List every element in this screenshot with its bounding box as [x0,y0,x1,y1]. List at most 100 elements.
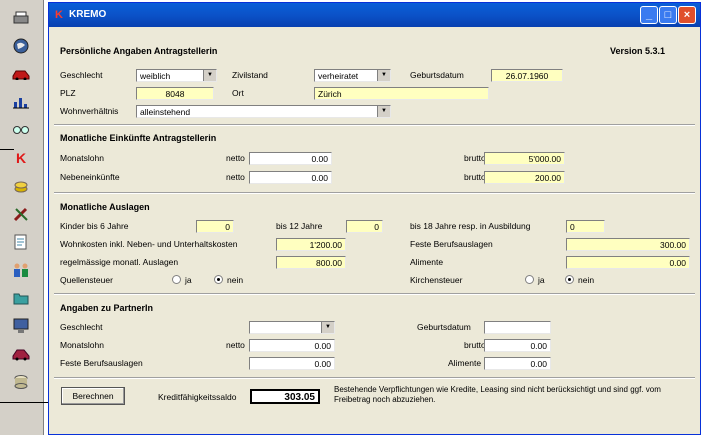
geburtsdatum-label: Geburtsdatum [410,70,464,80]
brutto-label: brutto [464,340,486,350]
chevron-down-icon[interactable]: ▼ [377,106,390,117]
partner-geburtsdatum-field[interactable] [484,321,551,334]
nebeneinkuenfte-netto-field[interactable]: 0.00 [249,171,332,184]
kreditfaehigkeitssaldo-field: 303.05 [250,389,320,404]
kinder18-label: bis 18 Jahre resp. in Ausbildung [410,221,531,231]
partner-monatslohn-brutto-field[interactable]: 0.00 [484,339,551,352]
nebeneinkuenfte-label: Nebeneinkünfte [60,172,120,182]
section-title-partner: Angaben zu PartnerIn [60,303,154,313]
kirchensteuer-label: Kirchensteuer [410,275,463,285]
plz-field[interactable]: 8048 [136,87,214,100]
kinder12-label: bis 12 Jahre [276,221,323,231]
partner-alimente-label: Alimente [448,358,482,368]
folder-icon[interactable] [11,288,31,308]
printer-icon[interactable] [11,8,31,28]
plz-label: PLZ [60,88,76,98]
regelmaessige-auslagen-label: regelmässige monatl. Auslagen [60,257,179,267]
pointer-line [0,149,14,150]
close-button[interactable]: × [678,6,696,24]
partner-berufsauslagen-label: Feste Berufsauslagen [60,358,143,368]
ja-label: ja [185,275,192,285]
regelmaessige-auslagen-field[interactable]: 800.00 [276,256,346,269]
brutto-label: brutto [464,153,486,163]
partner-monatslohn-netto-field[interactable]: 0.00 [249,339,335,352]
netto-label: netto [226,172,245,182]
section-title-einkuenfte: Monatliche Einkünfte Antragstellerin [60,133,217,143]
monatslohn-netto-field[interactable]: 0.00 [249,152,332,165]
chevron-down-icon[interactable]: ▼ [321,322,334,333]
partner-geschlecht-label: Geschlecht [60,322,103,332]
berufsauslagen-label: Feste Berufsauslagen [410,239,493,249]
kirchensteuer-nein-radio[interactable] [565,275,574,284]
form-content: Persönliche Angaben Antragstellerin Vers… [50,27,699,433]
kinder6-field[interactable]: 0 [196,220,234,233]
divider [54,293,695,295]
kirchensteuer-ja-radio[interactable] [525,275,534,284]
wohnverhaeltnis-label: Wohnverhältnis [60,106,119,116]
berufsauslagen-field[interactable]: 300.00 [566,238,690,251]
ort-field[interactable]: Zürich [314,87,489,100]
family-icon[interactable] [11,260,31,280]
kinder12-field[interactable]: 0 [346,220,383,233]
glasses-icon[interactable] [11,120,31,140]
monatslohn-label: Monatslohn [60,153,104,163]
wohnkosten-field[interactable]: 1'200.00 [276,238,346,251]
quellensteuer-nein-radio[interactable] [214,275,223,284]
netto-label: netto [226,153,245,163]
ort-label: Ort [232,88,244,98]
partner-geburtsdatum-label: Geburtsdatum [417,322,471,332]
computer-icon[interactable] [11,316,31,336]
wohnverhaeltnis-select[interactable]: alleinstehend ▼ [136,105,391,118]
quellensteuer-ja-radio[interactable] [172,275,181,284]
nebeneinkuenfte-brutto-field[interactable]: 200.00 [484,171,565,184]
car-red-icon[interactable] [11,344,31,364]
zivilstand-select[interactable]: verheiratet ▼ [314,69,391,82]
document-icon[interactable] [11,232,31,252]
geschlecht-label: Geschlecht [60,70,103,80]
chart-icon[interactable] [11,92,31,112]
quellensteuer-label: Quellensteuer [60,275,113,285]
berechnen-button[interactable]: Berechnen [61,387,125,405]
zivilstand-value: verheiratet [318,71,359,81]
chevron-down-icon[interactable]: ▼ [377,70,390,81]
coins-icon[interactable] [11,176,31,196]
zivilstand-label: Zivilstand [232,70,268,80]
chevron-down-icon[interactable]: ▼ [203,70,216,81]
alimente-label: Alimente [410,257,444,267]
divider [54,377,695,379]
tools-icon[interactable] [11,204,31,224]
wohnverhaeltnis-value: alleinstehend [140,107,191,117]
divider [54,124,695,126]
monatslohn-brutto-field[interactable]: 5'000.00 [484,152,565,165]
geschlecht-value: weiblich [140,71,171,81]
kreditfaehigkeitssaldo-label: Kreditfähigkeitssaldo [158,392,237,402]
k-icon[interactable]: K [11,148,31,168]
minimize-button[interactable]: _ [640,6,658,24]
maximize-button[interactable]: □ [659,6,677,24]
netto-label: netto [226,340,245,350]
partner-geschlecht-select[interactable]: ▼ [249,321,335,334]
database-icon[interactable] [11,372,31,392]
alimente-field[interactable]: 0.00 [566,256,690,269]
version-label: Version 5.3.1 [610,46,666,56]
main-window: K KREMO _ □ × Persönliche Angaben Antrag… [48,2,701,435]
partner-alimente-field[interactable]: 0.00 [484,357,551,370]
window-title: KREMO [69,9,107,20]
title-bar: K KREMO _ □ × [49,3,700,27]
hinweis-text: Bestehende Verpflichtungen wie Kredite, … [334,385,661,404]
divider [54,192,695,194]
wohnkosten-label: Wohnkosten inkl. Neben- und Unterhaltsko… [60,239,238,249]
kremo-app-icon: K [55,9,63,21]
section-title-auslagen: Monatliche Auslagen [60,202,150,212]
geschlecht-select[interactable]: weiblich ▼ [136,69,217,82]
brutto-label: brutto [464,172,486,182]
geburtsdatum-field[interactable]: 26.07.1960 [491,69,563,82]
app-toolbar: K [0,0,44,435]
kinder18-field[interactable]: 0 [566,220,605,233]
globe-icon[interactable] [11,36,31,56]
car-icon[interactable] [11,64,31,84]
partner-berufsauslagen-field[interactable]: 0.00 [249,357,335,370]
section-title-personal: Persönliche Angaben Antragstellerin [60,46,218,56]
partner-monatslohn-label: Monatslohn [60,340,104,350]
nein-label: nein [578,275,595,285]
